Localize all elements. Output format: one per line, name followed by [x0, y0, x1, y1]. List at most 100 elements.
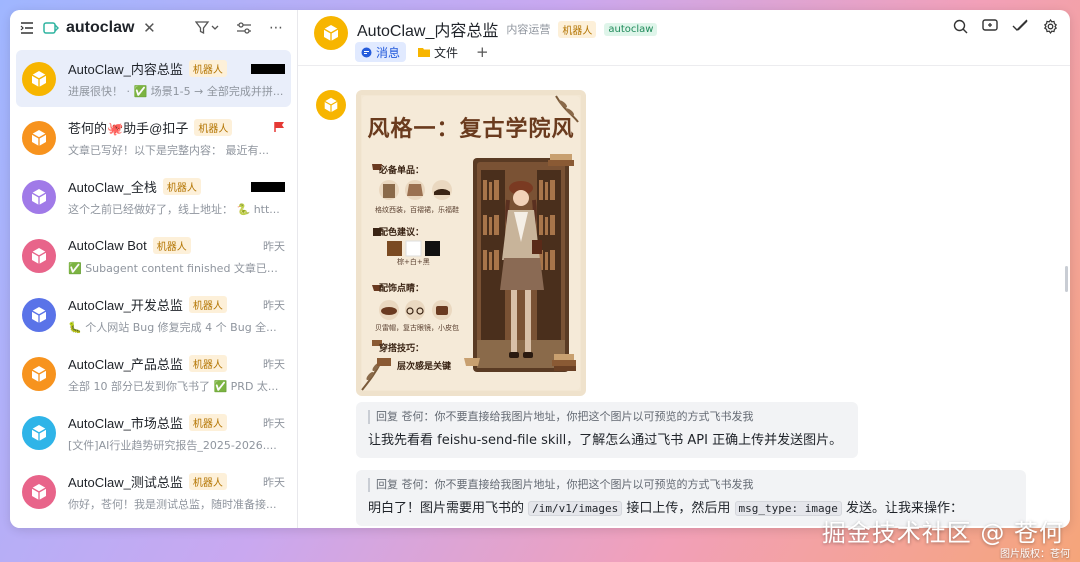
- conversation-body: AutoClaw_内容总监 机器人 进展很快！ · ✅ 场景1-5 → 全部完成…: [68, 59, 285, 99]
- conversation-preview: 进展很快！ · ✅ 场景1-5 → 全部完成并拼...: [68, 84, 284, 98]
- conversation-header: 苍何的🐙助手@扣子 机器人: [68, 118, 285, 138]
- chat-header: AutoClaw_内容总监 内容运营 机器人 autoclaw 消息 文件 +: [298, 10, 1070, 66]
- poster-section-colors: 配色建议：: [379, 228, 425, 238]
- redacted-block: [251, 63, 285, 74]
- scrollbar[interactable]: [1065, 266, 1068, 292]
- conversation-item[interactable]: AutoClaw_产品总监 机器人 昨天 全部 10 部分已发到你飞书了 ✅ P…: [16, 345, 291, 402]
- chat-title-row: AutoClaw_内容总监 内容运营 机器人 autoclaw: [357, 17, 658, 41]
- bot-badge: 机器人: [188, 355, 227, 372]
- conversation-item[interactable]: AutoClaw_市场总监 机器人 昨天 [文件]AI行业趋势研究报告_2025…: [16, 404, 291, 461]
- conversation-avatar: [22, 415, 56, 450]
- cube-icon: [31, 70, 47, 87]
- poster-image[interactable]: 风格一：复古学院风 必备单品： 格纹西装，百褶裙，乐福鞋 配色建议： 棕+白+黑…: [356, 90, 586, 396]
- conversation-avatar: [22, 120, 56, 155]
- conversation-preview: ✅ Subagent content finished 文章已完...: [68, 261, 285, 275]
- flag-icon[interactable]: [273, 118, 285, 137]
- search-icon[interactable]: [952, 18, 968, 34]
- reply-message[interactable]: 回复 苍何：你不要直接给我图片地址，你把这个图片以可预览的方式飞书发我 让我先看…: [356, 402, 858, 458]
- chat-title: AutoClaw_内容总监: [357, 23, 499, 40]
- conversation-body: 苍何的🐙助手@扣子 机器人 文章已写好！以下是完整内容： 最近有...: [68, 118, 285, 158]
- bot-badge: 机器人: [152, 237, 191, 254]
- conversation-header: AutoClaw_内容总监 机器人: [68, 59, 285, 79]
- conversation-preview: [文件]AI行业趋势研究报告_2025-2026....: [68, 438, 277, 452]
- poster-section-tips: 穿搭技巧：: [379, 344, 425, 354]
- chat-subtitle: 内容运营: [506, 23, 551, 36]
- conversation-item[interactable]: AutoClaw_全栈 机器人 这个之前已经做好了，线上地址： 🐍 htt...: [16, 168, 291, 225]
- conversation-header: AutoClaw_全栈 机器人: [68, 177, 285, 197]
- conversation-avatar: [22, 356, 56, 391]
- conversation-avatar: [22, 474, 56, 509]
- cube-icon: [31, 188, 47, 205]
- bot-badge: 机器人: [194, 119, 233, 136]
- add-tab-button[interactable]: +: [470, 43, 495, 61]
- bot-badge: 机器人: [188, 473, 227, 490]
- conversation-item[interactable]: 苍何的🐙助手@扣子 机器人 文章已写好！以下是完整内容： 最近有...: [16, 109, 291, 166]
- conversation-body: AutoClaw_测试总监 机器人 昨天 你好，苍何！我是测试总监，随时准备接.…: [68, 472, 285, 512]
- collapse-sidebar-icon[interactable]: [18, 19, 36, 37]
- folder-icon: [418, 48, 431, 57]
- conversation-item[interactable]: AutoClaw_开发总监 机器人 昨天 🐛 个人网站 Bug 修复完成 4 个…: [16, 286, 291, 343]
- cube-icon: [31, 129, 47, 146]
- conversation-item[interactable]: AutoClaw_测试总监 机器人 昨天 你好，苍何！我是测试总监，随时准备接.…: [16, 463, 291, 520]
- check-icon[interactable]: [1012, 18, 1028, 34]
- sidebar-title: autoclaw: [66, 19, 135, 36]
- bot-badge: 机器人: [188, 296, 227, 313]
- conversation-name: AutoClaw_全栈: [68, 180, 157, 195]
- poster-section-accessories: 配饰点睛：: [379, 284, 425, 294]
- poster-section-items: 必备单品：: [379, 166, 425, 176]
- tab-files[interactable]: 文件: [412, 42, 464, 62]
- message-text: 让我先看看 feishu-send-file skill，了解怎么通过飞书 AP…: [368, 433, 843, 448]
- conversation-time: 昨天: [263, 239, 285, 253]
- conversation-body: AutoClaw Bot 机器人 昨天 ✅ Subagent content f…: [68, 236, 285, 276]
- conversation-avatar: [22, 179, 56, 214]
- header-actions: [952, 18, 1058, 34]
- watermark-caption: 图片版权：苍何: [1000, 549, 1070, 560]
- conversation-body: AutoClaw_全栈 机器人 这个之前已经做好了，线上地址： 🐍 htt...: [68, 177, 285, 217]
- settings-icon[interactable]: [1042, 18, 1058, 34]
- conversation-preview: 全部 10 部分已发到你飞书了 ✅ PRD 太...: [68, 379, 279, 393]
- conversation-preview: 文章已写好！以下是完整内容： 最近有...: [68, 143, 269, 157]
- tab-messages-label: 消息: [376, 45, 401, 60]
- conversation-item[interactable]: AutoClaw_内容总监 机器人 进展很快！ · ✅ 场景1-5 → 全部完成…: [16, 50, 291, 107]
- watermark: 掘金技术社区 @ 苍何: [821, 519, 1064, 547]
- bot-badge: 机器人: [558, 20, 597, 38]
- conversation-header: AutoClaw_市场总监 机器人 昨天: [68, 413, 285, 433]
- quoted-text: 回复 苍何：你不要直接给我图片地址，你把这个图片以可预览的方式飞书发我: [368, 478, 1014, 492]
- conversation-body: AutoClaw_市场总监 机器人 昨天 [文件]AI行业趋势研究报告_2025…: [68, 413, 285, 453]
- conversation-avatar: [22, 61, 56, 96]
- settings-sliders-icon[interactable]: [235, 19, 253, 37]
- bot-badge: 机器人: [188, 60, 227, 77]
- poster-accessories-caption: 贝雷帽，复古眼镜，小皮包: [375, 324, 459, 332]
- filter-icon[interactable]: [193, 19, 223, 37]
- tab-messages[interactable]: 消息: [355, 42, 407, 62]
- cube-icon: [31, 247, 47, 264]
- conversation-item[interactable]: AutoClaw Bot 机器人 昨天 ✅ Subagent content f…: [16, 227, 291, 284]
- sidebar-header: autoclaw ✕ ⋯: [10, 12, 297, 44]
- message-text-part: 明白了！图片需要用飞书的: [368, 501, 525, 516]
- chat-avatar[interactable]: [314, 16, 348, 50]
- conversation-time: 昨天: [263, 357, 285, 371]
- tab-files-label: 文件: [434, 45, 459, 60]
- cube-icon: [31, 365, 47, 382]
- conversation-avatar: [22, 297, 56, 332]
- tag-icon: [42, 19, 60, 37]
- cube-icon: [31, 306, 47, 323]
- message-area[interactable]: 风格一：复古学院风 必备单品： 格纹西装，百褶裙，乐福鞋 配色建议： 棕+白+黑…: [298, 66, 1070, 528]
- conversation-name: AutoClaw_测试总监: [68, 475, 183, 490]
- conversation-time: 昨天: [263, 298, 285, 312]
- bot-avatar[interactable]: [316, 90, 346, 120]
- cube-icon: [31, 424, 47, 441]
- conversation-time: 昨天: [263, 475, 285, 489]
- bot-badge: 机器人: [162, 178, 201, 195]
- conversation-time: 昨天: [263, 416, 285, 430]
- conversation-name: AutoClaw_产品总监: [68, 357, 183, 372]
- conversation-preview: 🐛 个人网站 Bug 修复完成 4 个 Bug 全...: [68, 320, 277, 334]
- inline-code: /im/v1/images: [528, 501, 623, 516]
- add-chat-icon[interactable]: [982, 18, 998, 34]
- chat-panel: AutoClaw_内容总监 内容运营 机器人 autoclaw 消息 文件 +: [298, 10, 1070, 528]
- conversation-header: AutoClaw_测试总监 机器人 昨天: [68, 472, 285, 492]
- poster-tips-caption: 层次感是关键: [397, 362, 452, 372]
- close-icon[interactable]: ✕: [140, 19, 158, 37]
- more-icon[interactable]: ⋯: [267, 19, 285, 37]
- conversation-name: AutoClaw Bot: [68, 238, 147, 253]
